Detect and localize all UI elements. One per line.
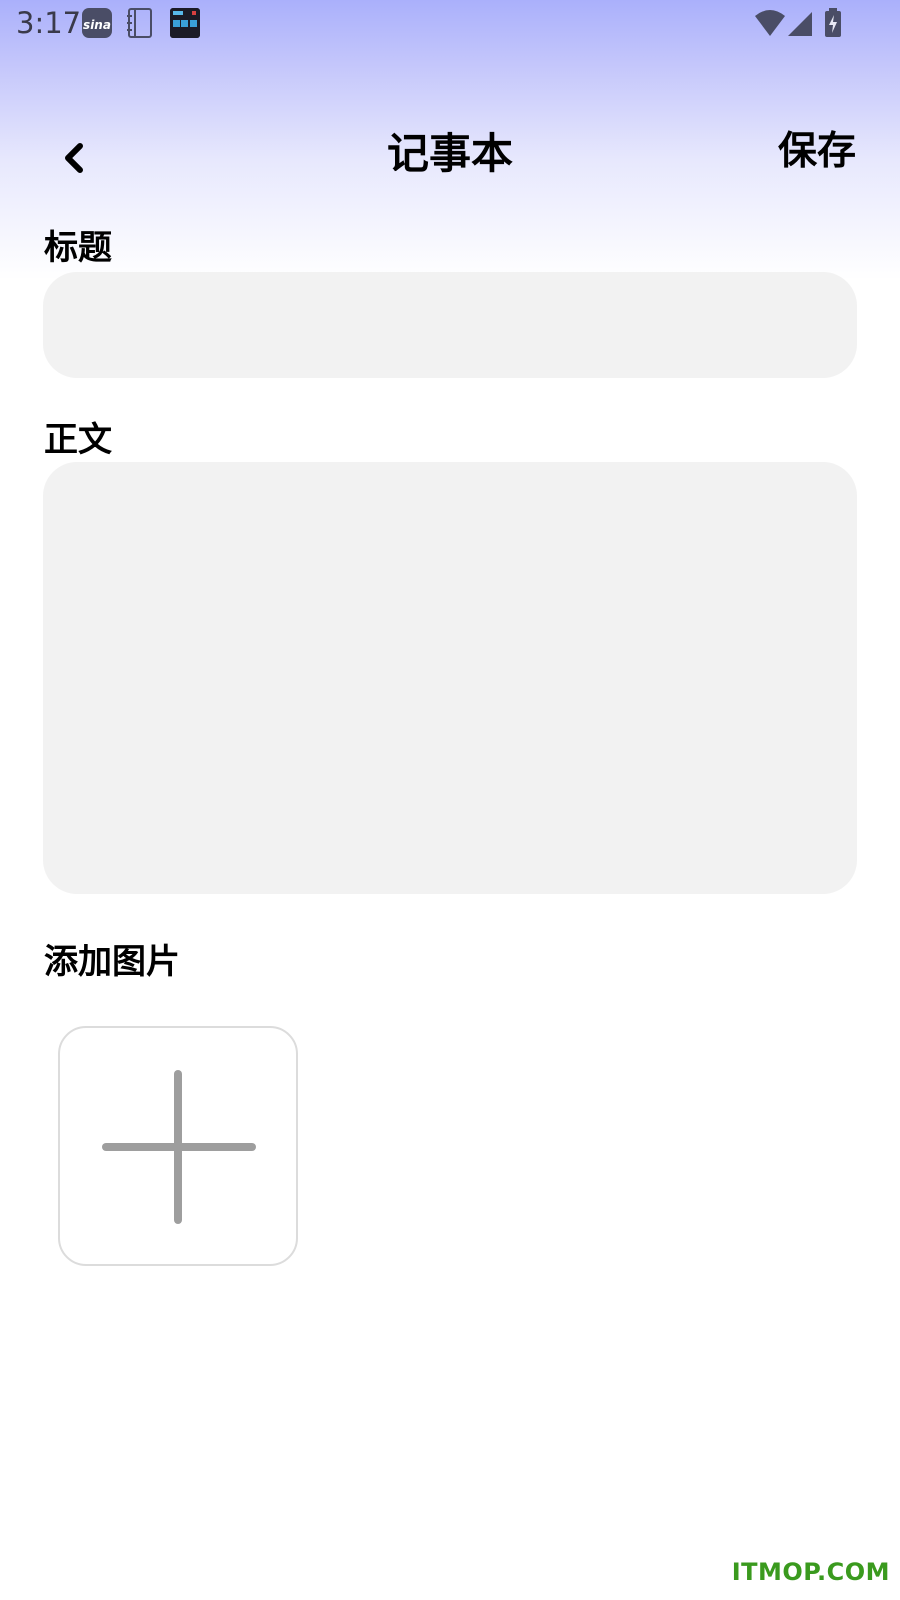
clock-app-icon [170, 8, 200, 38]
status-time: 3:17 [16, 6, 82, 40]
add-image-label: 添加图片 [44, 942, 180, 982]
title-input[interactable] [43, 272, 857, 378]
save-button[interactable]: 保存 [778, 124, 856, 180]
battery-charging-icon [825, 8, 841, 37]
body-label: 正文 [44, 420, 112, 460]
status-bar: 3:17 sina [0, 0, 900, 50]
title-label: 标题 [44, 228, 112, 268]
signal-icon [788, 12, 812, 36]
watermark: ITMOP.COM [731, 1558, 890, 1586]
page-title: 记事本 [386, 129, 513, 178]
plus-icon [102, 1070, 256, 1224]
add-image-button[interactable] [58, 1026, 298, 1266]
wifi-icon [755, 10, 785, 36]
body-textarea[interactable] [43, 462, 857, 894]
notebook-icon [127, 8, 152, 38]
sina-icon: sina [82, 8, 112, 38]
